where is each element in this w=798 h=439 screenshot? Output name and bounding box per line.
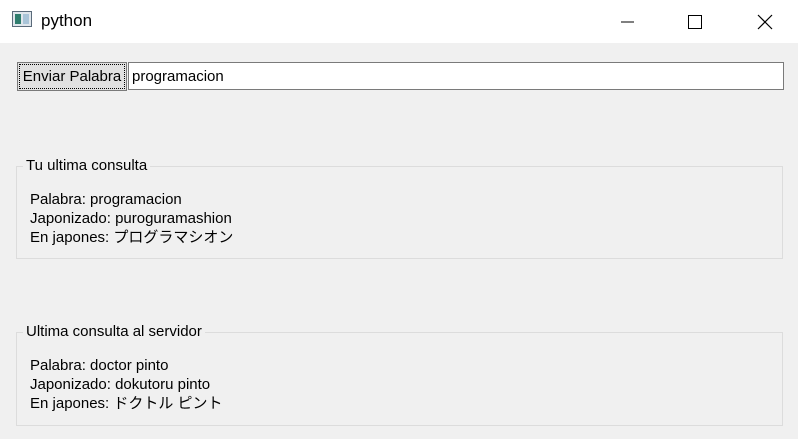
maximize-button[interactable] bbox=[672, 0, 718, 43]
last-query-japanized: Japonizado: puroguramashion bbox=[30, 210, 232, 227]
server-query-japanized: Japonizado: dokutoru pinto bbox=[30, 376, 211, 393]
send-word-button[interactable]: Enviar Palabra bbox=[17, 62, 127, 91]
app-window-icon bbox=[12, 11, 32, 27]
last-query-word: Palabra: programacion bbox=[30, 191, 182, 208]
server-query-group: Ultima consulta al servidor Palabra: doc… bbox=[16, 322, 783, 426]
server-query-legend: Ultima consulta al servidor bbox=[23, 322, 205, 342]
minimize-button[interactable] bbox=[604, 0, 650, 43]
word-input[interactable] bbox=[128, 62, 784, 90]
window-title: python bbox=[41, 11, 93, 30]
last-query-japanese: En japones: プログラマシオン bbox=[30, 229, 234, 246]
last-query-group: Tu ultima consulta Palabra: programacion… bbox=[16, 156, 783, 259]
last-query-legend: Tu ultima consulta bbox=[23, 156, 151, 176]
minimize-icon bbox=[621, 21, 634, 22]
maximize-icon bbox=[688, 14, 702, 29]
title-bar: python bbox=[0, 0, 798, 43]
close-icon bbox=[757, 14, 773, 29]
server-query-word: Palabra: doctor pinto bbox=[30, 357, 169, 374]
close-button[interactable] bbox=[742, 0, 788, 43]
server-query-japanese: En japones: ドクトル ピント bbox=[30, 395, 223, 412]
